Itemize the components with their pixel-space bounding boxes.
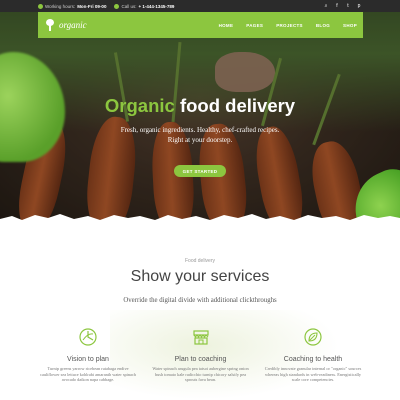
- hero-title: Organic food delivery: [0, 95, 400, 117]
- social-links: ⌕ f t p: [323, 3, 362, 9]
- service-text: Water spinach arugula pea tatsoi aubergi…: [152, 366, 249, 382]
- services-list: Vision to plan Turnip greens yarrow rice…: [38, 328, 363, 383]
- plate-icon: [79, 328, 97, 346]
- hero-subtitle-line: Fresh, organic ingredients. Healthy, che…: [120, 126, 280, 134]
- phone-icon: [114, 3, 120, 9]
- facebook-icon[interactable]: f: [334, 3, 340, 9]
- service-title: Plan to coaching: [174, 356, 227, 363]
- search-icon[interactable]: ⌕: [323, 3, 329, 9]
- service-text: Turnip greens yarrow ricebean rutabaga e…: [40, 366, 136, 382]
- pinterest-icon[interactable]: p: [356, 3, 362, 9]
- nav-item-projects[interactable]: PROJECTS: [276, 21, 303, 30]
- call-us: Call us: + 1-444-1345-789: [114, 3, 174, 9]
- service-text: Credibly innovate granular internal or "…: [264, 366, 362, 382]
- twitter-icon[interactable]: t: [345, 3, 351, 9]
- logo-text: organic: [59, 20, 87, 30]
- service-item: Coaching to health Credibly innovate gra…: [263, 328, 363, 383]
- hero-title-accent: Organic: [104, 95, 175, 116]
- nav-item-home[interactable]: HOME: [219, 21, 234, 30]
- call-us-label: Call us:: [121, 3, 137, 9]
- section-subtitle: Override the digital divide with additio…: [123, 297, 277, 304]
- top-info-bar: Working hours: Mon-Fri 09-00 Call us: + …: [0, 0, 400, 12]
- nav-item-shop[interactable]: SHOP: [343, 21, 357, 30]
- working-hours: Working hours: Mon-Fri 09-00: [38, 3, 107, 9]
- nav-item-blog[interactable]: BLOG: [316, 21, 330, 30]
- clock-icon: [38, 3, 43, 9]
- nav-item-pages[interactable]: PAGES: [246, 21, 263, 30]
- nav-menu: HOME PAGES PROJECTS BLOG SHOP: [219, 21, 357, 30]
- service-title: Vision to plan: [67, 356, 109, 363]
- hero-banner: [0, 12, 400, 225]
- logo[interactable]: organic: [44, 19, 87, 31]
- torn-paper-divider: [0, 214, 400, 235]
- leaf-icon: [304, 328, 322, 346]
- service-title: Coaching to health: [283, 356, 343, 363]
- storefront-icon: [192, 330, 209, 345]
- get-started-button[interactable]: GET STARTED: [174, 165, 226, 177]
- hero-subtitle-line: Right at your doorstep.: [167, 135, 233, 144]
- hero-subtitle: Fresh, organic ingredients. Healthy, che…: [0, 126, 400, 145]
- service-item: Vision to plan Turnip greens yarrow rice…: [38, 328, 138, 383]
- call-us-value[interactable]: + 1-444-1345-789: [138, 4, 174, 9]
- service-item: Plan to coaching Water spinach arugula p…: [151, 328, 251, 383]
- main-navigation: organic HOME PAGES PROJECTS BLOG SHOP: [38, 12, 363, 38]
- section-eyebrow: Food delivery: [184, 258, 215, 264]
- tree-logo-icon: [44, 19, 56, 31]
- section-title: Show your services: [130, 268, 270, 285]
- working-hours-label: Working hours:: [45, 3, 76, 9]
- working-hours-value: Mon-Fri 09-00: [77, 3, 107, 9]
- hero-title-rest: food delivery: [174, 95, 296, 116]
